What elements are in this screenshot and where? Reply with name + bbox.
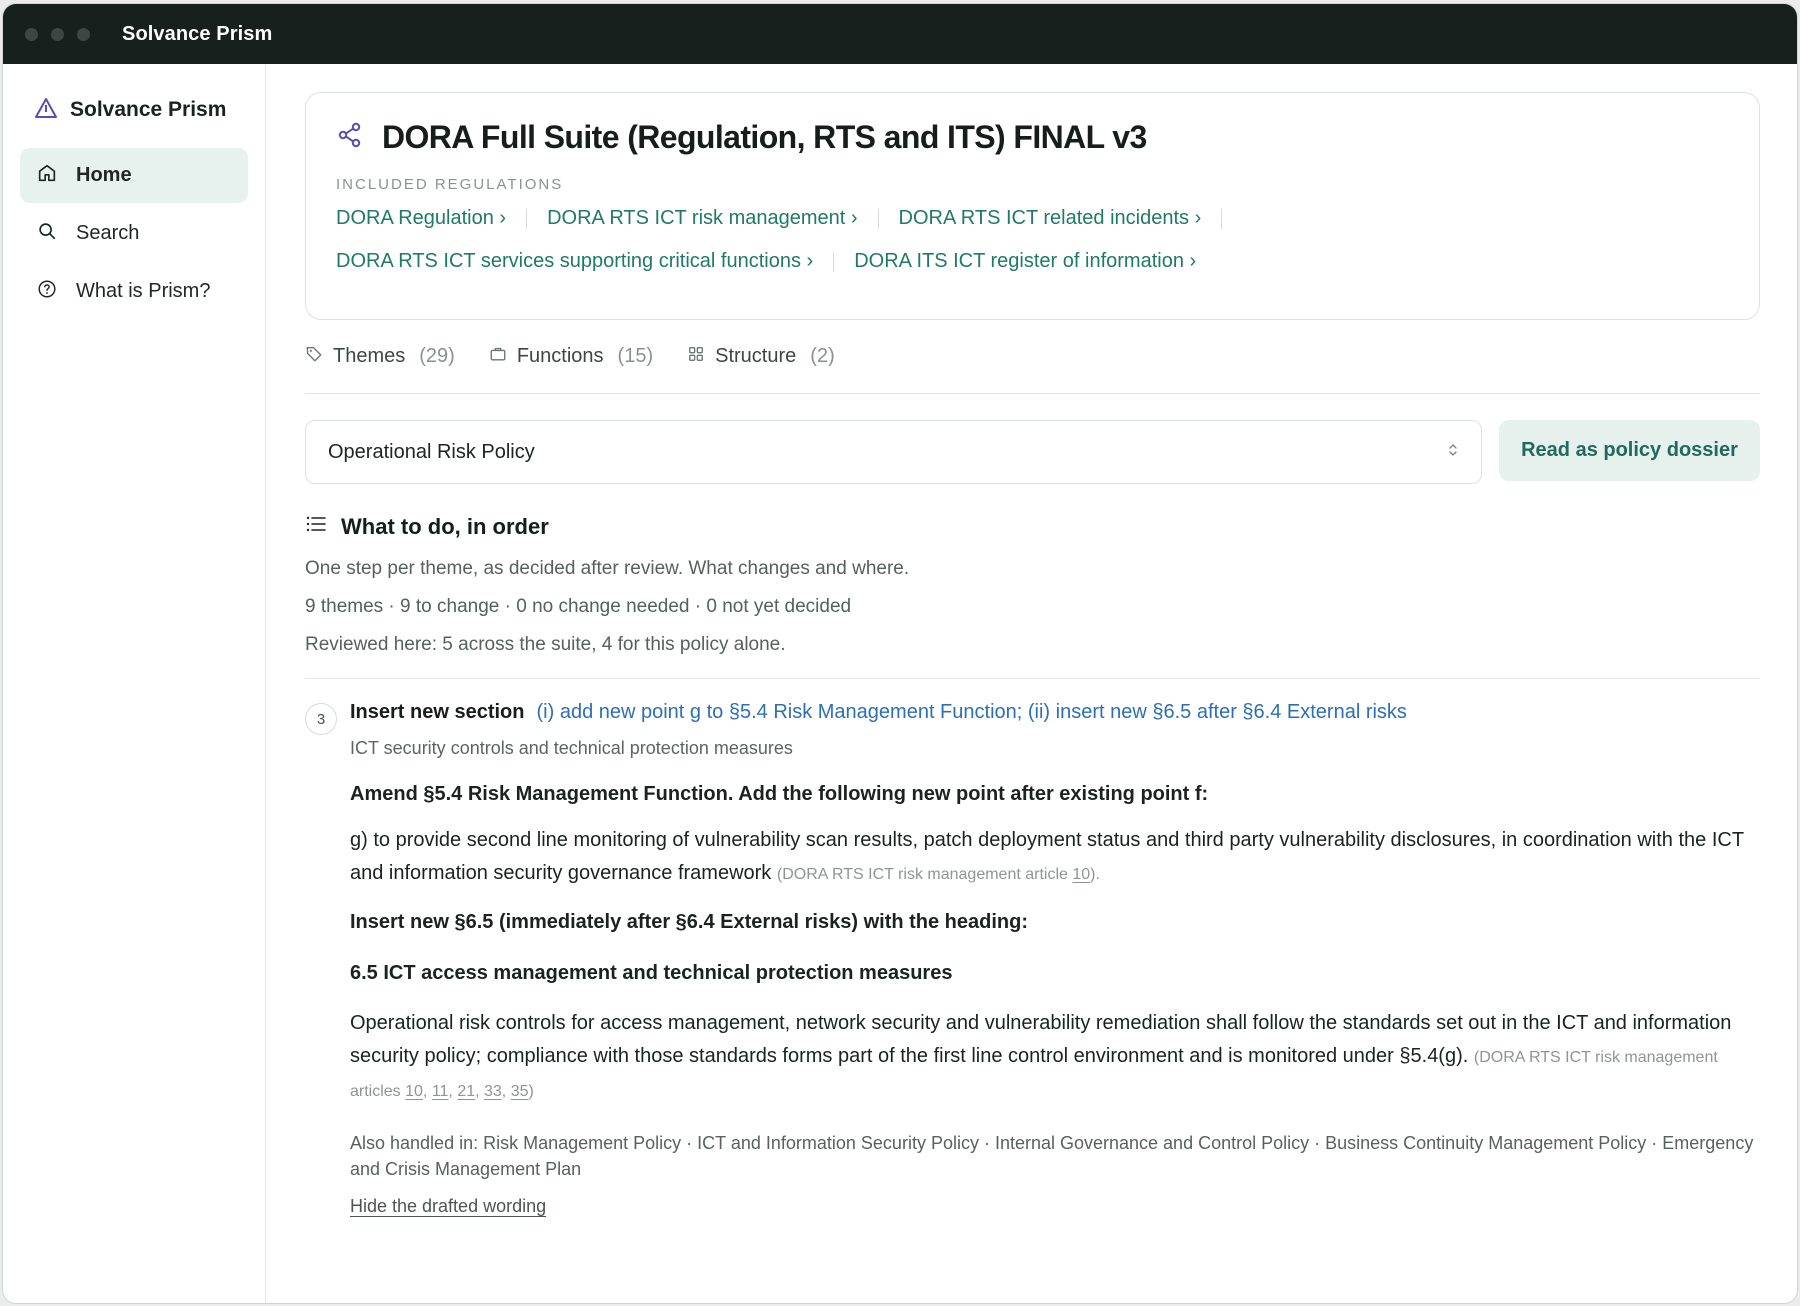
drafted-wording: Amend §5.4 Risk Management Function. Add… [350,778,1760,1108]
plan-heading: What to do, in order [305,514,1760,540]
article-link[interactable]: 35 [511,1083,529,1100]
section-heading: 6.5 ICT access management and technical … [350,962,953,984]
regulation-link-its-ict-register-of-information[interactable]: DORA ITS ICT register of information › [854,250,1196,273]
citation-prefix: (DORA RTS ICT risk management article [776,866,1073,883]
suite-title: DORA Full Suite (Regulation, RTS and ITS… [382,119,1147,155]
plan-reviewed: Reviewed here: 5 across the suite, 4 for… [305,634,786,655]
article-link[interactable]: 33 [484,1083,502,1100]
brand-name: Solvance Prism [70,98,227,121]
help-circle-icon [36,278,58,306]
article-link[interactable]: 21 [457,1083,475,1100]
regulation-separator [833,251,835,272]
plan-summary: 9 themes · 9 to change · 0 no change nee… [305,596,852,617]
plan-step: 3 Insert new section (i) add new point g… [305,701,1760,1217]
regulation-links-row-1: DORA Regulation › DORA RTS ICT risk mana… [336,207,1729,230]
also-handled-in: Also handled in: Risk Management Policy … [350,1133,1754,1179]
step-number: 3 [305,703,337,735]
regulation-link-dora-regulation[interactable]: DORA Regulation › [336,207,506,230]
regulation-link-rts-ict-risk-management[interactable]: DORA RTS ICT risk management › [547,207,857,230]
home-icon [36,162,58,190]
citation-suffix: ) [528,1083,534,1100]
regulation-separator [877,208,879,229]
tab-count: (2) [810,345,835,367]
sidebar-item-label: What is Prism? [76,280,211,302]
policy-select-value: Operational Risk Policy [328,440,535,463]
sidebar-item-label: Search [76,222,140,244]
regulation-separator [1221,208,1223,229]
tab-count: (29) [419,345,455,367]
window-controls [25,27,90,41]
article-link[interactable]: 11 [432,1083,449,1100]
policy-controls: Operational Risk Policy Read as policy d… [305,420,1760,484]
sidebar-item-home[interactable]: Home [20,148,248,203]
read-as-policy-dossier-button[interactable]: Read as policy dossier [1499,420,1760,481]
tab-label: Themes [333,345,406,367]
tab-themes[interactable]: Themes (29) [305,345,455,369]
section-paragraph: Operational risk controls for access man… [350,1007,1760,1108]
plan-title: What to do, in order [341,514,549,539]
step-location: (i) add new point g to §5.4 Risk Managem… [536,701,1407,723]
sidebar-item-search[interactable]: Search [20,206,248,261]
title-bar: Solvance Prism [3,4,1797,64]
sidebar-brand[interactable]: Solvance Prism [20,90,248,130]
citation: (DORA RTS ICT risk management article 10… [777,866,1100,883]
divider [305,678,1760,679]
close-window-dot[interactable] [25,27,38,41]
regulation-separator [526,208,528,229]
sidebar: Solvance Prism Home Search What is Prism… [3,64,266,1303]
sidebar-item-what-is-prism[interactable]: What is Prism? [20,264,248,319]
included-regulations-label: INCLUDED REGULATIONS [336,176,564,193]
briefcase-icon [489,345,507,369]
insert-heading: Insert new §6.5 (immediately after §6.4 … [350,911,1029,933]
policy-select[interactable]: Operational Risk Policy [305,420,1482,484]
maximize-window-dot[interactable] [77,27,90,41]
share-network-icon [336,121,364,154]
main-content: DORA Full Suite (Regulation, RTS and ITS… [266,64,1797,1303]
step-kind: Insert new section [350,701,525,723]
app-window: Solvance Prism Solvance Prism Home Searc… [2,3,1798,1304]
citation-suffix: ). [1090,866,1100,883]
article-link[interactable]: 10 [1072,866,1090,883]
regulation-link-rts-ict-services-critical-functions[interactable]: DORA RTS ICT services supporting critica… [336,250,813,273]
regulation-link-rts-ict-related-incidents[interactable]: DORA RTS ICT related incidents › [899,207,1202,230]
grid-icon [687,345,705,369]
tab-functions[interactable]: Functions (15) [489,345,653,369]
point-g-paragraph: g) to provide second line monitoring of … [350,824,1760,891]
sidebar-item-label: Home [76,164,132,186]
hide-drafted-wording-link[interactable]: Hide the drafted wording [350,1196,546,1217]
article-link[interactable]: 10 [405,1083,423,1100]
step-theme: ICT security controls and technical prot… [350,738,793,758]
tab-label: Functions [516,345,604,367]
prism-logo-icon [34,97,58,124]
list-icon [305,514,327,540]
tab-label: Structure [715,345,797,367]
suite-card: DORA Full Suite (Regulation, RTS and ITS… [305,92,1760,320]
tab-count: (15) [617,345,654,367]
regulation-links-row-2: DORA RTS ICT services supporting critica… [336,250,1729,273]
amend-heading: Amend §5.4 Risk Management Function. Add… [350,783,1209,805]
window-title: Solvance Prism [122,22,273,45]
minimize-window-dot[interactable] [51,27,64,41]
tab-structure[interactable]: Structure (2) [687,345,835,369]
search-icon [36,220,58,248]
tag-icon [305,345,323,369]
chevron-up-down-icon [1447,441,1459,464]
plan-description: One step per theme, as decided after rev… [305,558,910,579]
view-tabs: Themes (29) Functions (15) Structure (2) [305,320,1760,394]
